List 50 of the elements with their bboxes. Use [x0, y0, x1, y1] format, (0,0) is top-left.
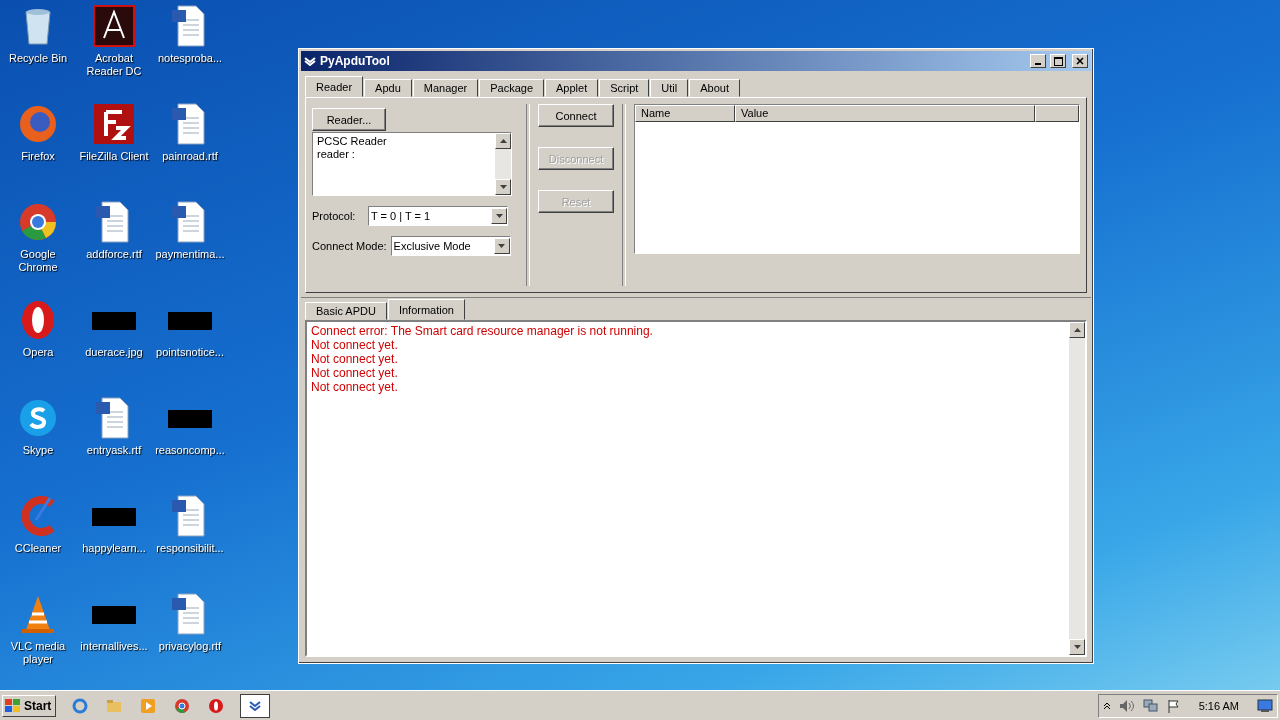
- desktop-icon-label[interactable]: painroad.rtf: [162, 150, 218, 163]
- desktop-icon-label[interactable]: responsibilit...: [156, 542, 224, 555]
- desktop-icon-label[interactable]: reasoncomp...: [155, 444, 225, 457]
- column-header[interactable]: Name: [635, 105, 735, 122]
- desktop-icon-label[interactable]: entryask.rtf: [86, 444, 142, 457]
- tab[interactable]: Manager: [412, 79, 479, 97]
- tab[interactable]: Basic APDU: [305, 302, 387, 320]
- connect-mode-label: Connect Mode:: [312, 240, 387, 252]
- desktop-icon-label[interactable]: internallives...: [80, 640, 148, 653]
- column-header[interactable]: Value: [735, 105, 1035, 122]
- clock[interactable]: 5:16 AM: [1198, 699, 1239, 712]
- desktop-icon-label[interactable]: happylearn...: [82, 542, 146, 555]
- log-message: Connect error: The Smart card resource manager is not running.: [311, 324, 654, 338]
- log-message: Not connect yet.: [311, 338, 399, 352]
- desktop-icon-label[interactable]: FileZilla Client: [79, 150, 149, 163]
- window-title: PyApduTool: [320, 54, 391, 68]
- desktop-icon-label[interactable]: addforce.rtf: [86, 248, 142, 261]
- reader-list[interactable]: PCSC Reader reader :: [312, 132, 512, 196]
- protocol-label: Protocol:: [312, 210, 357, 222]
- reader-button[interactable]: Reader...: [312, 108, 386, 131]
- tab[interactable]: Package: [479, 79, 544, 97]
- desktop-icon-label[interactable]: notesproba...: [157, 52, 223, 65]
- desktop-icon-label[interactable]: VLC media player: [10, 640, 66, 666]
- desktop-icon-label[interactable]: Opera: [22, 346, 54, 359]
- desktop-icon-label[interactable]: privacylog.rtf: [158, 640, 222, 653]
- desktop-icon-label[interactable]: CCleaner: [14, 542, 62, 555]
- start-button[interactable]: Start: [2, 694, 57, 717]
- tab[interactable]: Util: [650, 79, 689, 97]
- desktop-icon-label[interactable]: Recycle Bin: [8, 52, 68, 65]
- list-item[interactable]: reader :: [317, 148, 491, 161]
- log-message: Not connect yet.: [311, 380, 399, 394]
- tab[interactable]: Reader: [305, 76, 364, 97]
- desktop-icon-label[interactable]: Skype: [22, 444, 54, 457]
- tab[interactable]: Apdu: [364, 79, 412, 97]
- protocol-dropdown[interactable]: T = 0 | T = 1: [368, 206, 508, 226]
- desktop-icon-label[interactable]: paymentima...: [155, 248, 225, 261]
- tab[interactable]: About: [689, 79, 740, 97]
- log-message: Not connect yet.: [311, 352, 399, 366]
- desktop-icon-label[interactable]: Acrobat Reader DC: [86, 52, 142, 78]
- tab[interactable]: Applet: [545, 79, 599, 97]
- tab[interactable]: Script: [599, 79, 650, 97]
- action-button[interactable]: Connect: [538, 104, 614, 127]
- tab[interactable]: Information: [387, 299, 465, 320]
- desktop-icon-label[interactable]: pointsnotice...: [156, 346, 224, 359]
- list-item[interactable]: PCSC Reader: [317, 135, 491, 148]
- log-message: Not connect yet.: [311, 366, 399, 380]
- desktop-icon-label[interactable]: duerace.jpg: [85, 346, 143, 359]
- connect-mode-dropdown[interactable]: Exclusive Mode: [390, 236, 511, 256]
- desktop-icon-label[interactable]: Google Chrome: [18, 248, 58, 274]
- desktop-icon-label[interactable]: Firefox: [21, 150, 55, 163]
